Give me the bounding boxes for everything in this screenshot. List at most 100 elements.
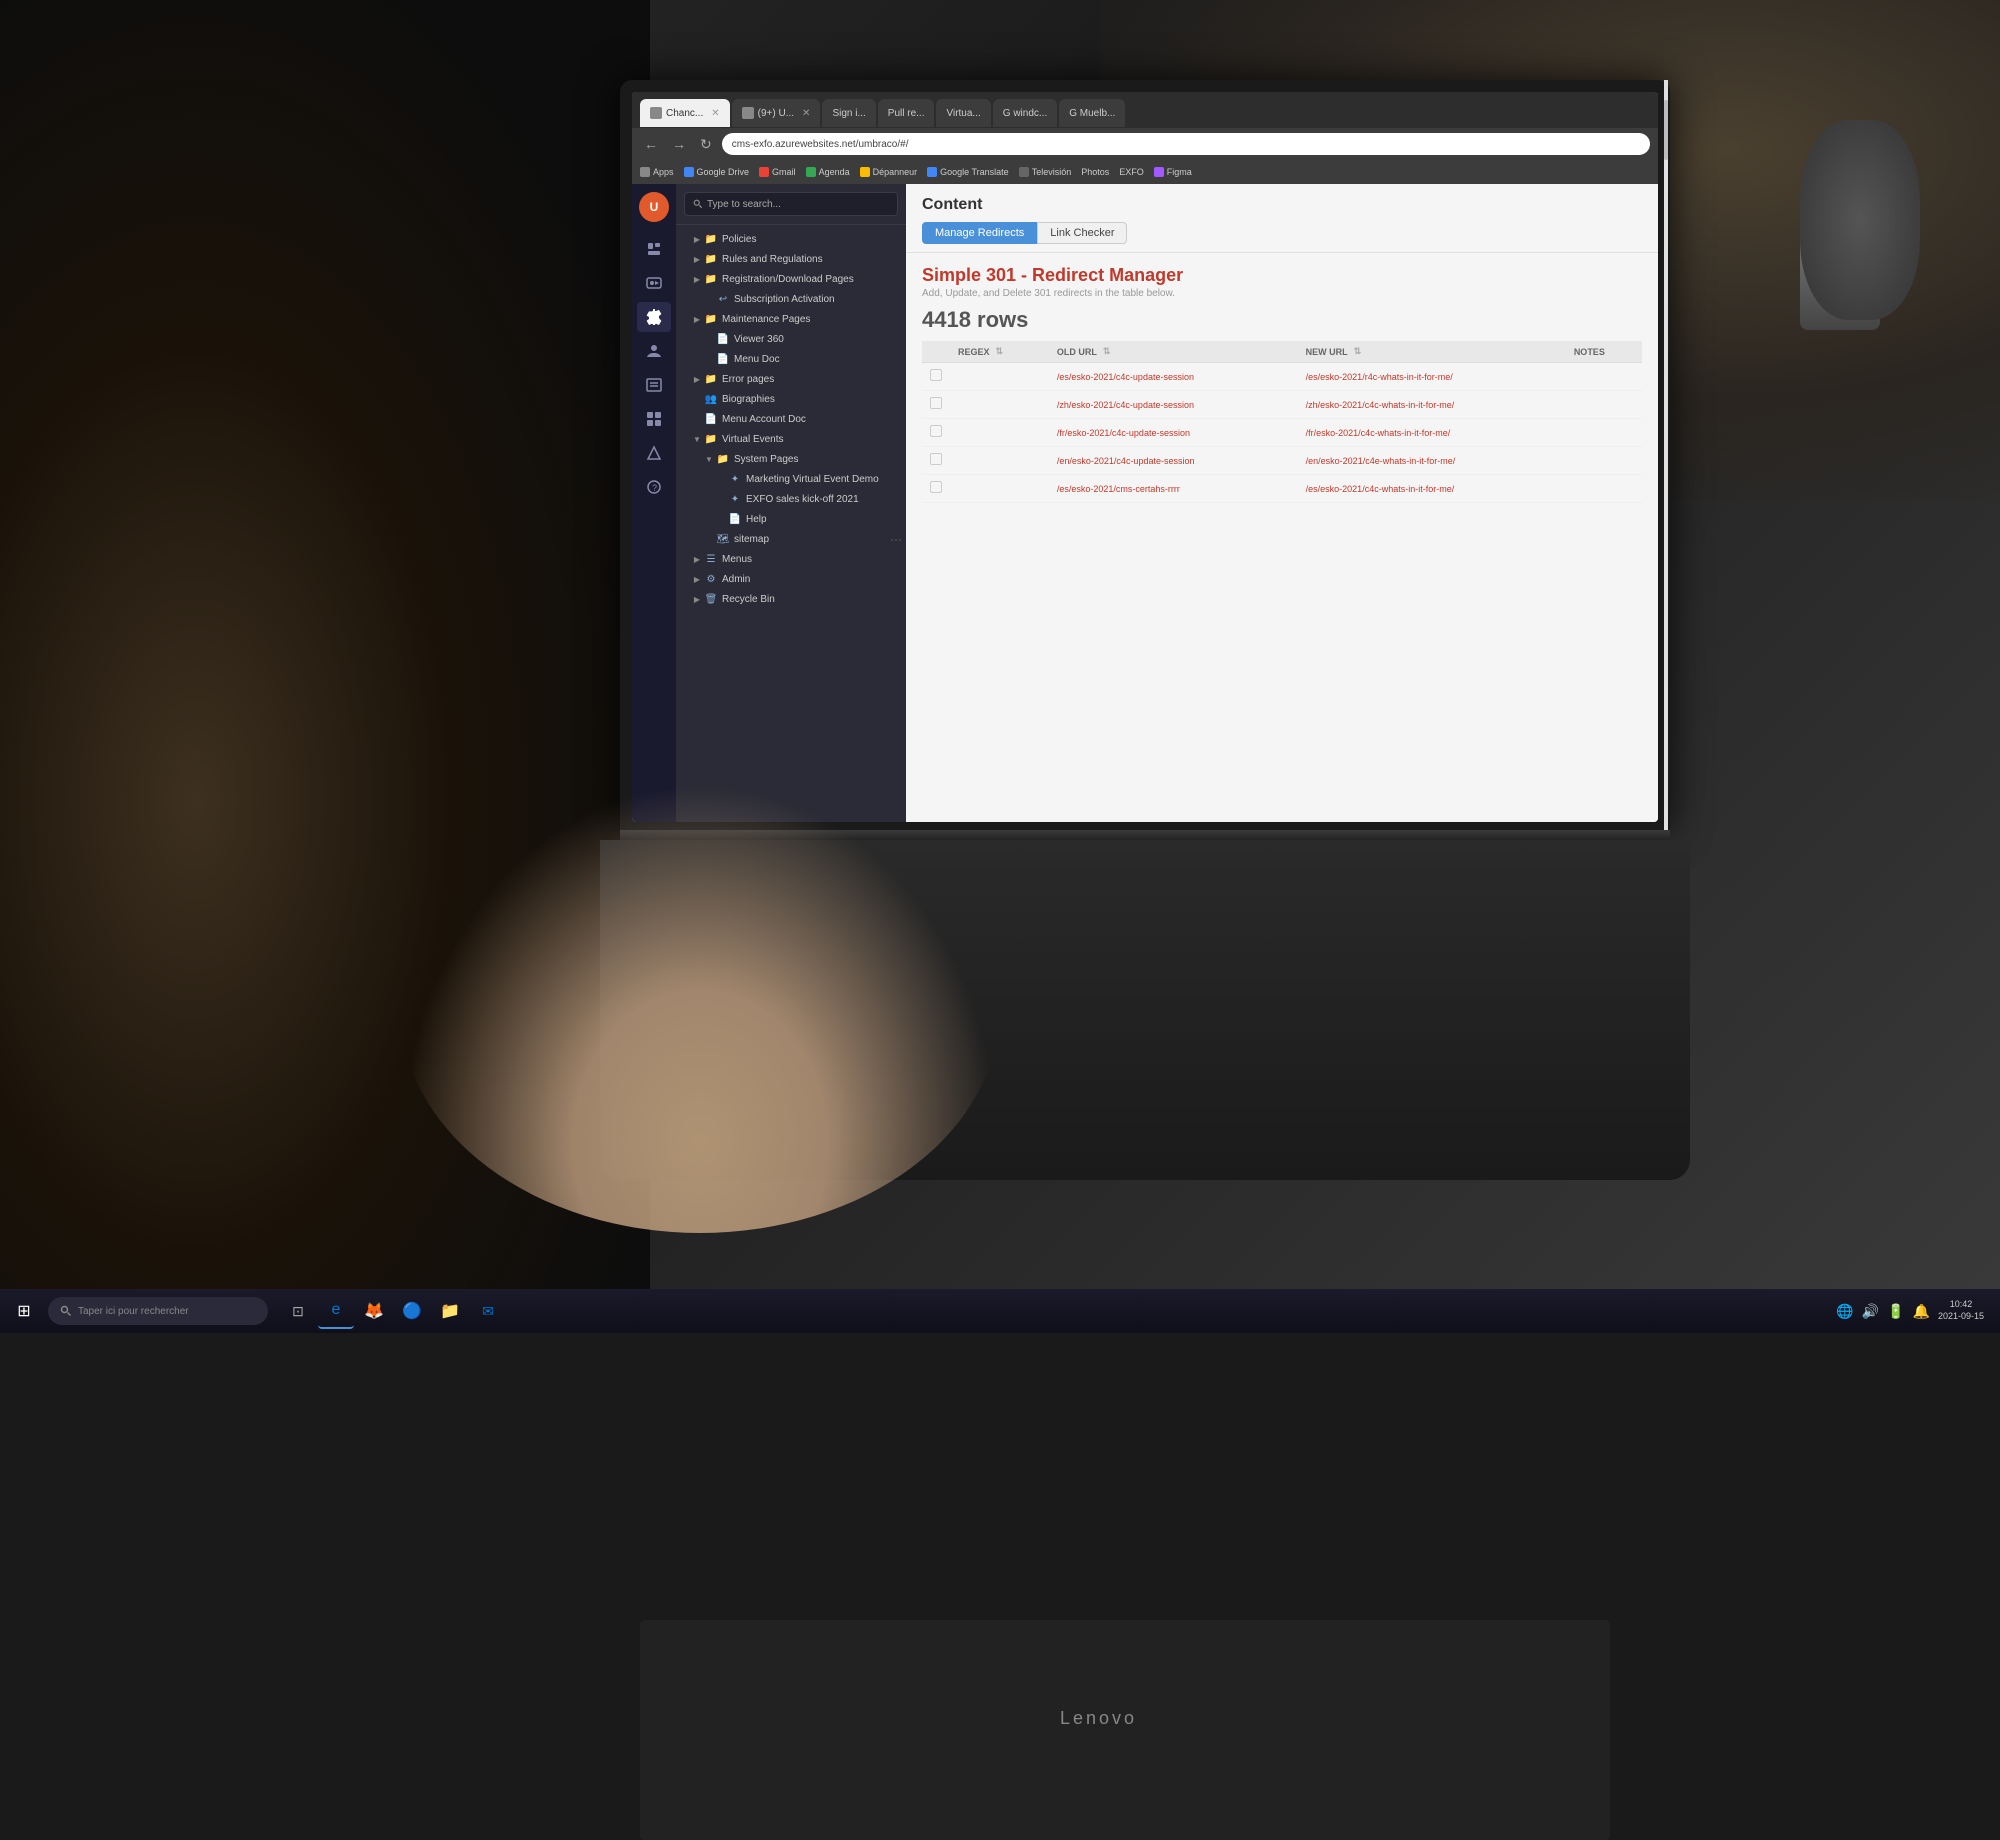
- tree-item-subscription[interactable]: ▶ ↩ Subscription Activation: [676, 289, 906, 309]
- content-body: Simple 301 - Redirect Manager Add, Updat…: [906, 253, 1658, 822]
- tab-bar: Chanc... ✕ (9+) U... ✕ Sign i... Pull re…: [632, 92, 1658, 128]
- tree-item-exfosales[interactable]: ▶ ✦ EXFO sales kick-off 2021: [676, 489, 906, 509]
- taskbar-app-mail[interactable]: ✉: [470, 1293, 506, 1329]
- browser-tab-3[interactable]: Sign i...: [822, 99, 875, 127]
- taskbar-app-firefox[interactable]: 🦊: [356, 1293, 392, 1329]
- new-url-sort[interactable]: NEW URL ⇅: [1306, 346, 1362, 357]
- browser-tab-5[interactable]: Virtua...: [936, 99, 990, 127]
- reload-button[interactable]: ↻: [696, 134, 716, 155]
- bookmark-gmail[interactable]: Gmail: [759, 167, 796, 177]
- row-old-url-0[interactable]: /es/esko-2021/c4c-update-session: [1049, 363, 1298, 391]
- col-header-new-url[interactable]: NEW URL ⇅: [1298, 341, 1566, 363]
- bookmark-photos[interactable]: Photos: [1081, 167, 1109, 177]
- back-button[interactable]: ←: [640, 134, 662, 154]
- tree-item-menudoc[interactable]: ▶ 📄 Menu Doc: [676, 349, 906, 369]
- row-old-url-2[interactable]: /fr/esko-2021/c4c-update-session: [1049, 419, 1298, 447]
- row-old-url-1[interactable]: /zh/esko-2021/c4c-update-session: [1049, 391, 1298, 419]
- taskbar-app-edge[interactable]: e: [318, 1293, 354, 1329]
- browser-tab-active[interactable]: Chanc... ✕: [640, 99, 730, 127]
- tree-item-systempages[interactable]: ▼ 📁 System Pages: [676, 449, 906, 469]
- checkbox-1[interactable]: [930, 397, 942, 409]
- sidebar-icon-data[interactable]: [637, 404, 671, 434]
- sidebar-icon-deploy[interactable]: [637, 438, 671, 468]
- col-header-old-url[interactable]: OLD URL ⇅: [1049, 341, 1298, 363]
- tree-item-errorpages[interactable]: ▶ 📁 Error pages: [676, 369, 906, 389]
- tree-item-registration[interactable]: ▶ 📁 Registration/Download Pages: [676, 269, 906, 289]
- tree-item-recyclebin[interactable]: ▶ 🗑 Recycle Bin: [676, 589, 906, 609]
- tree-item-virtualevents[interactable]: ▼ 📁 Virtual Events: [676, 429, 906, 449]
- checkbox-4[interactable]: [930, 481, 942, 493]
- checkbox-3[interactable]: [930, 453, 942, 465]
- table-row[interactable]: /zh/esko-2021/c4c-update-session /zh/esk…: [922, 391, 1642, 419]
- table-row[interactable]: /es/esko-2021/cms-certahs-rrrr /es/esko-…: [922, 475, 1642, 503]
- row-new-url-3[interactable]: /en/esko-2021/c4e-whats-in-it-for-me/: [1298, 447, 1566, 475]
- row-checkbox-2[interactable]: [922, 419, 950, 447]
- tab-close-active[interactable]: ✕: [711, 108, 719, 119]
- tree-arrow: ▶: [692, 594, 702, 604]
- search-input[interactable]: Type to search...: [684, 192, 898, 216]
- tree-item-menus[interactable]: ▶ ☰ Menus: [676, 549, 906, 569]
- row-checkbox-3[interactable]: [922, 447, 950, 475]
- taskbar-app-task-view[interactable]: ⊡: [280, 1293, 316, 1329]
- bookmark-drive[interactable]: Google Drive: [684, 167, 750, 177]
- taskbar-app-explorer[interactable]: 📁: [432, 1293, 468, 1329]
- browser-tab-4[interactable]: Pull re...: [878, 99, 935, 127]
- bookmark-translate[interactable]: Google Translate: [927, 167, 1009, 177]
- old-url-sort[interactable]: OLD URL ⇅: [1057, 346, 1111, 357]
- bookmark-depanneur[interactable]: Dépanneur: [860, 167, 918, 177]
- tree-item-help[interactable]: ▶ 📄 Help: [676, 509, 906, 529]
- tab-link-checker[interactable]: Link Checker: [1037, 222, 1127, 244]
- notification-icon[interactable]: 🔔: [1913, 1303, 1930, 1320]
- sidebar-icon-help[interactable]: ?: [637, 472, 671, 502]
- tree-dots[interactable]: ···: [890, 532, 902, 546]
- col-header-regex[interactable]: REGEX ⇅: [950, 341, 1049, 363]
- tree-item-marketingvirtual[interactable]: ▶ ✦ Marketing Virtual Event Demo: [676, 469, 906, 489]
- tree-label-rules: Rules and Regulations: [722, 254, 902, 265]
- sidebar-icon-settings[interactable]: [637, 302, 671, 332]
- sidebar-icon-media[interactable]: [637, 268, 671, 298]
- bookmark-television[interactable]: Televisión: [1019, 167, 1072, 177]
- forward-button[interactable]: →: [668, 134, 690, 154]
- sidebar-icon-content[interactable]: [637, 234, 671, 264]
- tree-item-rules[interactable]: ▶ 📁 Rules and Regulations: [676, 249, 906, 269]
- tab-close-2[interactable]: ✕: [802, 108, 810, 119]
- browser-tab-6[interactable]: G windc...: [993, 99, 1057, 127]
- table-row[interactable]: /en/esko-2021/c4c-update-session /en/esk…: [922, 447, 1642, 475]
- tree-item-policies[interactable]: ▶ 📁 Policies: [676, 229, 906, 249]
- network-icon: 🌐: [1836, 1303, 1853, 1320]
- bookmark-agenda[interactable]: Agenda: [806, 167, 850, 177]
- bookmark-apps[interactable]: Apps: [640, 167, 674, 177]
- tree-item-admin[interactable]: ▶ ⚙ Admin: [676, 569, 906, 589]
- table-row[interactable]: /fr/esko-2021/c4c-update-session /fr/esk…: [922, 419, 1642, 447]
- bookmark-figma[interactable]: Figma: [1154, 167, 1192, 177]
- row-checkbox-1[interactable]: [922, 391, 950, 419]
- tree-item-menuaccountdoc[interactable]: ▶ 📄 Menu Account Doc: [676, 409, 906, 429]
- bookmark-icon-television: [1019, 167, 1029, 177]
- tree-item-viewer360[interactable]: ▶ 📄 Viewer 360: [676, 329, 906, 349]
- taskbar-search[interactable]: Taper ici pour rechercher: [48, 1297, 268, 1325]
- sidebar-icon-forms[interactable]: [637, 370, 671, 400]
- tree-item-biographies[interactable]: ▶ 👥 Biographies: [676, 389, 906, 409]
- row-checkbox-0[interactable]: [922, 363, 950, 391]
- row-old-url-4[interactable]: /es/esko-2021/cms-certahs-rrrr: [1049, 475, 1298, 503]
- tab-manage-redirects[interactable]: Manage Redirects: [922, 222, 1037, 244]
- browser-tab-2[interactable]: (9+) U... ✕: [732, 99, 821, 127]
- row-new-url-2[interactable]: /fr/esko-2021/c4c-whats-in-it-for-me/: [1298, 419, 1566, 447]
- row-new-url-1[interactable]: /zh/esko-2021/c4c-whats-in-it-for-me/: [1298, 391, 1566, 419]
- tree-item-sitemap[interactable]: ▶ 🗺 sitemap ···: [676, 529, 906, 549]
- checkbox-0[interactable]: [930, 369, 942, 381]
- row-old-url-3[interactable]: /en/esko-2021/c4c-update-session: [1049, 447, 1298, 475]
- tree-item-maintenance[interactable]: ▶ 📁 Maintenance Pages: [676, 309, 906, 329]
- bookmark-exfo[interactable]: EXFO: [1119, 167, 1144, 177]
- address-bar[interactable]: cms-exfo.azurewebsites.net/umbraco/#/: [722, 133, 1650, 155]
- start-button[interactable]: ⊞: [8, 1295, 40, 1327]
- row-new-url-0[interactable]: /es/esko-2021/r4c-whats-in-it-for-me/: [1298, 363, 1566, 391]
- taskbar-app-chrome[interactable]: 🔵: [394, 1293, 430, 1329]
- table-row[interactable]: /es/esko-2021/c4c-update-session /es/esk…: [922, 363, 1642, 391]
- row-checkbox-4[interactable]: [922, 475, 950, 503]
- sidebar-icon-users[interactable]: [637, 336, 671, 366]
- row-new-url-4[interactable]: /es/esko-2021/c4c-whats-in-it-for-me/: [1298, 475, 1566, 503]
- browser-tab-7[interactable]: G Muelb...: [1059, 99, 1125, 127]
- checkbox-2[interactable]: [930, 425, 942, 437]
- regex-sort[interactable]: REGEX ⇅: [958, 346, 1003, 357]
